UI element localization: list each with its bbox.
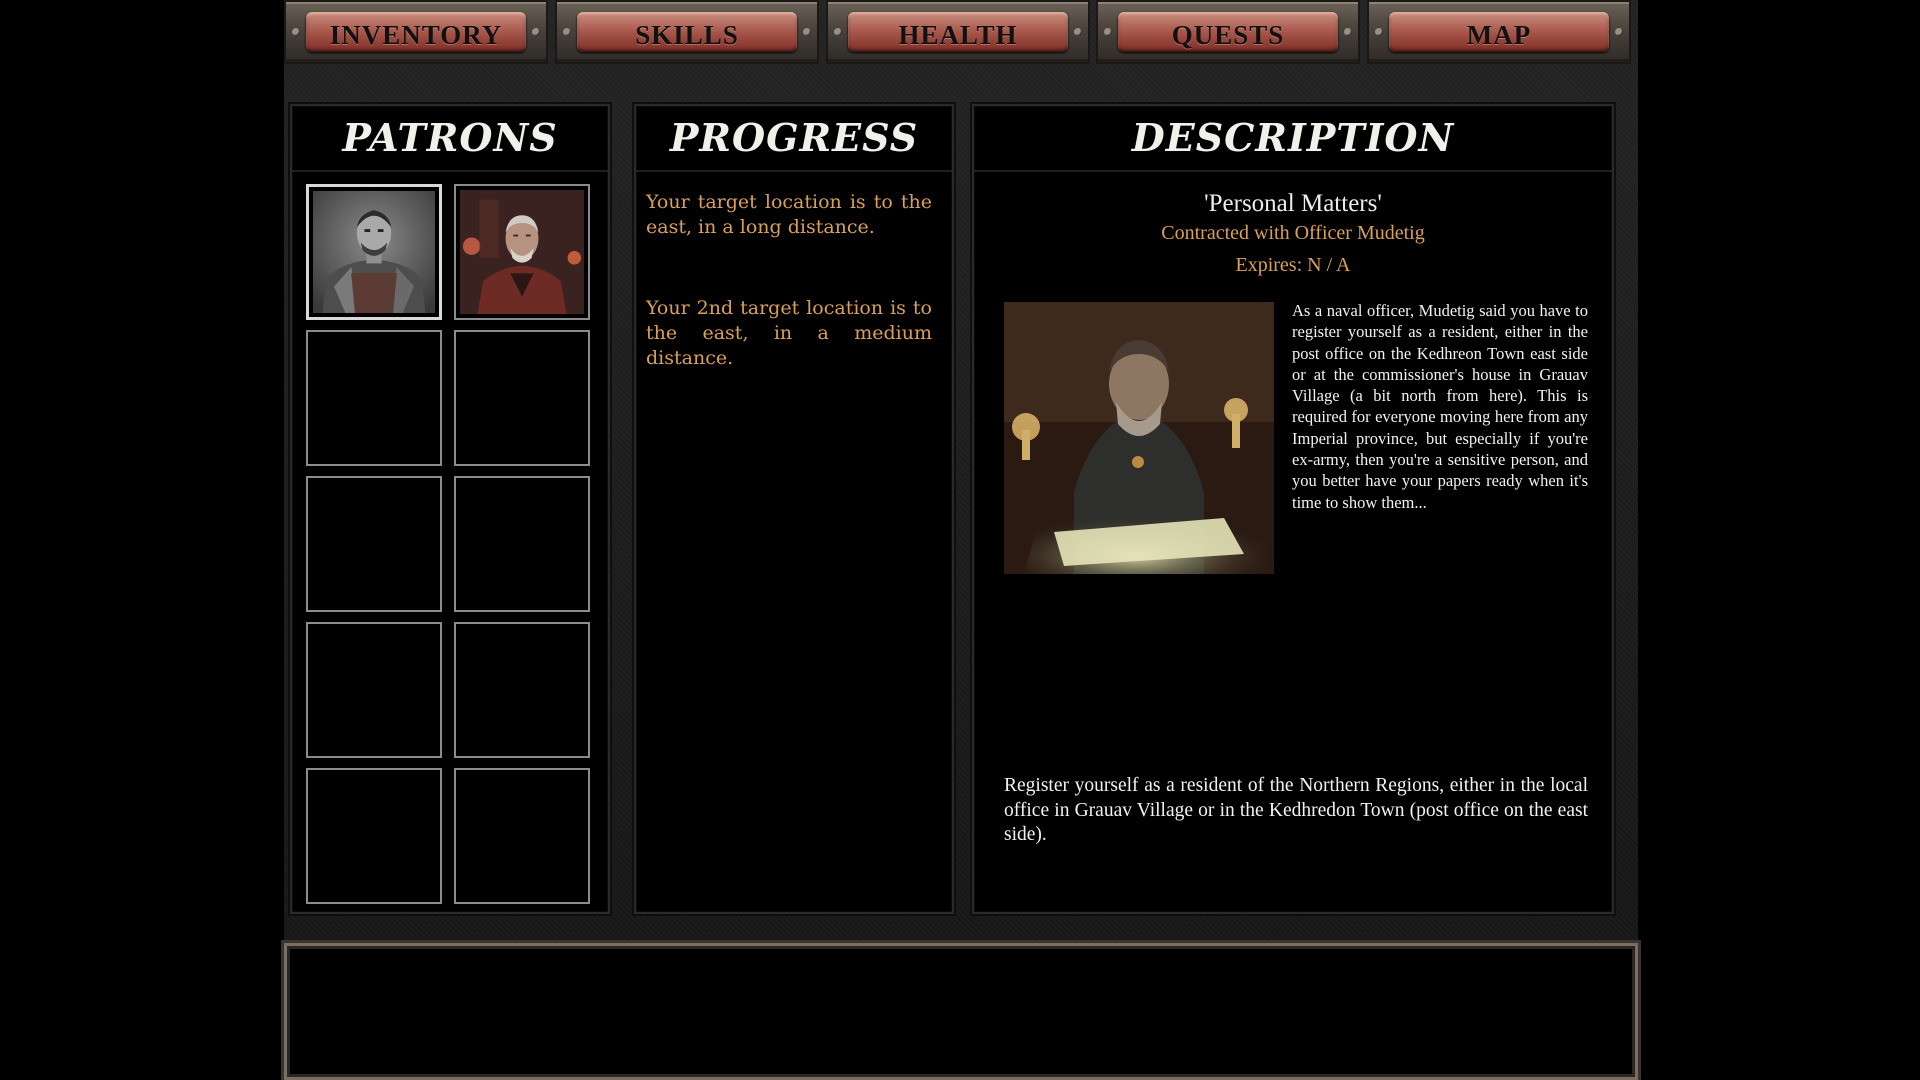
tab-label: HEALTH [898, 20, 1018, 50]
progress-title: PROGRESS [636, 106, 952, 172]
officer-at-desk-portrait [1004, 302, 1274, 574]
tab-skills[interactable]: SKILLS [555, 0, 819, 64]
progress-panel: PROGRESS Your target location is to the … [634, 104, 954, 914]
tab-quests[interactable]: QUESTS [1096, 0, 1360, 64]
quest-description-text: As a naval officer, Mudetig said you hav… [1292, 301, 1588, 512]
patrons-panel: PATRONS [290, 104, 610, 914]
tab-map[interactable]: MAP [1367, 0, 1631, 64]
progress-entry-1: Your target location is to the east, in … [646, 191, 932, 238]
tab-label: MAP [1466, 20, 1532, 50]
tab-inventory[interactable]: INVENTORY [284, 0, 548, 64]
tab-label: SKILLS [635, 20, 739, 50]
armored-soldier-portrait [313, 191, 435, 313]
tab-label: QUESTS [1171, 20, 1285, 50]
patrons-title: PATRONS [292, 106, 608, 172]
tab-label: INVENTORY [329, 20, 503, 50]
quest-name: 'Personal Matters' [1204, 190, 1382, 217]
description-title: DESCRIPTION [974, 106, 1612, 172]
quest-expires: Expires: N / A [1235, 254, 1351, 276]
tab-bar: INVENTORY SKILLS HEALTH QUESTS MAP [284, 0, 1638, 68]
patron-slot-1[interactable] [306, 184, 442, 320]
message-box [284, 943, 1638, 1080]
patron-slot-2[interactable] [454, 184, 590, 320]
patron-slot-9[interactable] [306, 768, 442, 904]
progress-entry-2: Your 2nd target location is to the east,… [646, 297, 932, 369]
quest-contract: Contracted with Officer Mudetig [1161, 222, 1425, 244]
tab-health[interactable]: HEALTH [826, 0, 1090, 64]
quest-objective-text: Register yourself as a resident of the N… [1004, 775, 1588, 845]
patron-slot-8[interactable] [454, 622, 590, 758]
patron-slot-3[interactable] [306, 330, 442, 466]
patron-slot-7[interactable] [306, 622, 442, 758]
description-panel: DESCRIPTION 'Personal Matters' Contracte… [972, 104, 1614, 914]
patron-slot-4[interactable] [454, 330, 590, 466]
patron-slot-10[interactable] [454, 768, 590, 904]
old-man-portrait [460, 190, 584, 314]
patron-slot-6[interactable] [454, 476, 590, 612]
patron-slot-5[interactable] [306, 476, 442, 612]
